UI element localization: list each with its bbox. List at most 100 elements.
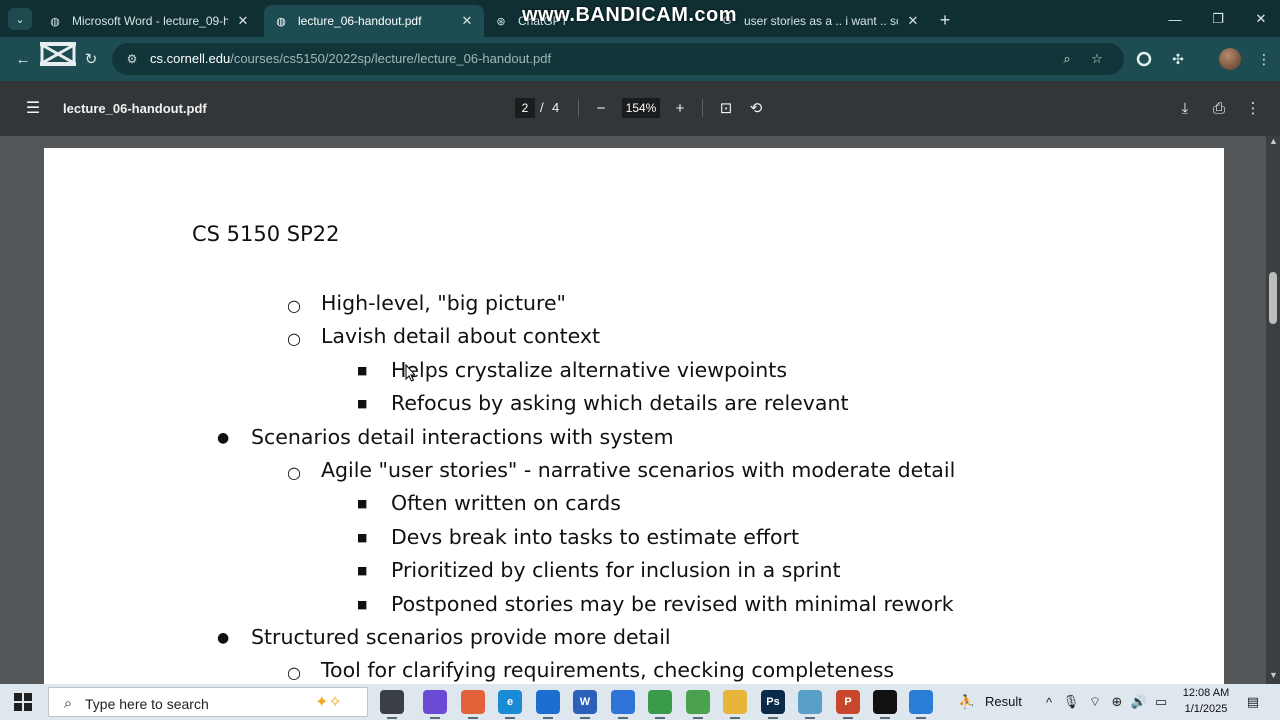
zoom-out-button[interactable]: − (590, 97, 612, 119)
copilot-icon[interactable] (423, 690, 447, 719)
close-icon[interactable]: ✕ (234, 12, 252, 30)
more-options-button[interactable]: ⋮ (1242, 97, 1264, 119)
vertical-scrollbar[interactable]: ▲ ▼ (1266, 136, 1280, 684)
search-placeholder: Type here to search (85, 696, 209, 712)
speaker-icon[interactable]: 🔊 (1130, 693, 1148, 711)
powerpoint-icon[interactable]: P (836, 690, 860, 719)
tab-title: user stories as a .. i want .. so that (744, 14, 898, 28)
minimize-button[interactable]: — (1160, 8, 1190, 30)
page-total: 4 (552, 100, 560, 115)
task-view-icon[interactable] (380, 690, 404, 719)
browser-menu-icon[interactable]: ⋮ (1253, 48, 1275, 70)
fit-page-button[interactable]: ⊡ (715, 97, 737, 119)
bullet-level-1: ● (217, 630, 230, 646)
mail-icon[interactable] (536, 690, 560, 719)
new-tab-button[interactable]: + (934, 9, 956, 31)
outline-item: Structured scenarios provide more detail (251, 625, 671, 649)
windows-start-icon[interactable] (14, 693, 32, 711)
hamburger-menu-icon: ☰ (25, 100, 41, 117)
outline-item: Often written on cards (391, 491, 621, 516)
pdf-page: CS 5150 SP22 ○ High-level, "big picture" ○… (44, 148, 1224, 684)
reload-button[interactable]: ↻ (80, 48, 102, 70)
notepad-icon[interactable] (686, 690, 710, 719)
taskbar-search-box[interactable]: ⌕ Type here to search ✦✧ (48, 687, 368, 717)
extension-circle-icon[interactable] (1133, 48, 1155, 70)
url-text[interactable]: cs.cornell.edu/courses/cs5150/2022sp/lec… (150, 51, 551, 66)
battery-icon[interactable]: ▭ (1152, 693, 1170, 711)
zoom-icon[interactable]: ⌕ (1058, 50, 1076, 68)
capcut-logo-icon (40, 42, 76, 66)
chrome-icon[interactable] (648, 690, 672, 719)
copilot-alt-icon[interactable] (461, 690, 485, 719)
outline-item: Agile "user stories" - narrative scenari… (321, 458, 956, 482)
profile-avatar[interactable] (1219, 48, 1241, 70)
photoshop-icon[interactable]: Ps (761, 690, 785, 719)
close-icon[interactable]: ✕ (904, 12, 922, 30)
print-button[interactable]: ⎙ (1208, 97, 1230, 119)
extensions-puzzle-icon[interactable]: ✣ (1167, 48, 1189, 70)
sparkle-icon: ✦✧ (315, 694, 342, 711)
clock-date[interactable]: 1/1/2025 (1180, 703, 1232, 715)
tab-pdf[interactable]: ◍ lecture_06-handout.pdf ✕ (264, 5, 484, 37)
pdf-sidebar-toggle[interactable]: ☰ (22, 97, 44, 119)
scrollbar-thumb[interactable] (1269, 272, 1277, 324)
tab-title: Microsoft Word - lecture_09-handout (72, 14, 228, 28)
microphone-icon[interactable]: 🎙 (1062, 693, 1080, 711)
pen-app-icon[interactable] (909, 690, 933, 719)
url-path: /courses/cs5150/2022sp/lecture/lecture_0… (230, 51, 552, 66)
zoom-in-button[interactable]: + (669, 97, 691, 119)
store-icon[interactable] (611, 690, 635, 719)
bandicam-icon[interactable] (873, 690, 897, 719)
globe-icon: ◍ (50, 15, 60, 28)
reload-icon: ↻ (84, 51, 98, 68)
globe-icon: ◍ (276, 15, 286, 28)
page-number-input[interactable]: 2 (515, 98, 535, 118)
more-vertical-icon: ⋮ (1245, 100, 1261, 117)
windows-taskbar: ⌕ Type here to search ✦✧ e W Ps P ⛹ Result … (0, 684, 1280, 720)
close-icon: ✕ (1255, 11, 1267, 26)
minimize-icon: — (1168, 11, 1182, 27)
bullet-level-2: ○ (287, 663, 301, 683)
network-icon[interactable]: ⊕ (1108, 693, 1126, 711)
zoom-input[interactable]: 154% (622, 98, 660, 118)
nba-icon[interactable]: ⛹ (958, 693, 976, 711)
printer-icon: ⎙ (1212, 99, 1225, 117)
wifi-icon[interactable]: ⌔ (1086, 693, 1104, 711)
bullet-level-3: ■ (357, 530, 368, 544)
close-window-button[interactable]: ✕ (1246, 8, 1276, 30)
bookmark-star-icon[interactable]: ☆ (1088, 50, 1106, 68)
edge-icon[interactable]: e (498, 690, 522, 719)
pdf-toolbar: ☰ lecture_06-handout.pdf 2 / 4 − 154% + … (0, 81, 1280, 136)
tab-google-search[interactable]: G user stories as a .. i want .. so that… (710, 5, 930, 37)
restore-button[interactable]: ❐ (1203, 8, 1233, 30)
download-button[interactable]: ⤓ (1174, 97, 1196, 119)
rotate-button[interactable]: ⟲ (745, 97, 767, 119)
weather-result-label[interactable]: Result (985, 694, 1022, 709)
word-icon[interactable]: W (573, 690, 597, 719)
scroll-up-icon[interactable]: ▲ (1269, 136, 1278, 146)
site-info-icon[interactable]: ⚙ (124, 51, 140, 67)
clock-time[interactable]: 12:08 AM (1180, 687, 1232, 699)
scroll-down-icon[interactable]: ▼ (1269, 670, 1278, 680)
tab-word[interactable]: ◍ Microsoft Word - lecture_09-handout ✕ (38, 5, 260, 37)
chevron-down-icon: ⌄ (15, 13, 25, 26)
outline-item: Tool for clarifying requirements, checki… (321, 658, 895, 683)
notification-icon[interactable]: ▤ (1244, 693, 1262, 711)
address-bar[interactable]: ⚙ cs.cornell.edu/courses/cs5150/2022sp/l… (112, 43, 1124, 75)
outline-item: Refocus by asking which details are rele… (391, 391, 849, 416)
outline-item: Scenarios detail interactions with syste… (251, 424, 674, 449)
back-button[interactable]: ← (12, 48, 34, 70)
close-icon[interactable]: ✕ (458, 12, 476, 30)
bullet-level-2: ○ (287, 296, 301, 315)
pdf-viewport[interactable]: CS 5150 SP22 ○ High-level, "big picture" ○… (0, 136, 1280, 684)
tab-search-button[interactable]: ⌄ (8, 8, 32, 30)
restore-icon: ❐ (1212, 11, 1224, 26)
toolbar-divider (702, 99, 703, 117)
chevron-up-icon[interactable]: ^ (1040, 693, 1058, 711)
bullet-level-1: ● (217, 429, 230, 446)
file-explorer-icon[interactable] (723, 690, 747, 719)
mouse-cursor-icon (405, 364, 415, 382)
plus-icon: + (939, 9, 951, 30)
outline-item: High-level, "big picture" (321, 291, 566, 315)
notepad-alt-icon[interactable] (798, 690, 822, 719)
